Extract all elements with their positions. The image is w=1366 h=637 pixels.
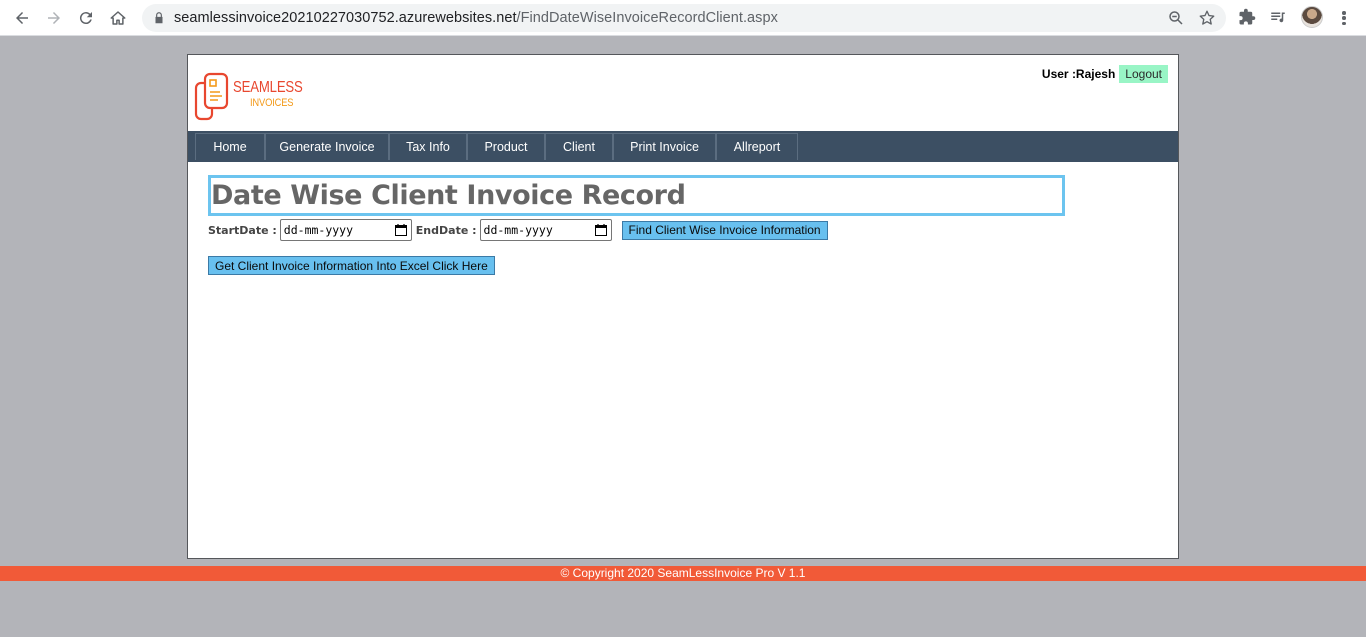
browser-menu-button[interactable] (1337, 8, 1351, 28)
find-invoice-button[interactable]: Find Client Wise Invoice Information (621, 220, 828, 240)
calendar-icon[interactable] (594, 224, 607, 236)
end-date-label: EndDate : (415, 223, 477, 237)
menu-item-print-invoice[interactable]: Print Invoice (613, 133, 716, 160)
main-menu: Home Generate Invoice Tax Info Product C… (188, 131, 1178, 162)
lock-icon (155, 12, 163, 24)
footer-copyright: © Copyright 2020 SeamLessInvoice Pro V 1… (0, 566, 1366, 581)
arrow-left-icon (16, 12, 28, 24)
extensions-icon[interactable] (1238, 8, 1256, 26)
menu-item-allreport[interactable]: Allreport (716, 133, 798, 160)
forward-button[interactable] (42, 6, 66, 30)
back-button[interactable] (10, 6, 34, 30)
calendar-icon[interactable] (394, 224, 407, 236)
url-text: seamlessinvoice20210227030752.azurewebsi… (174, 10, 778, 26)
logo-text: SEAMLESS INVOICES (233, 80, 315, 109)
logout-button[interactable]: Logout (1119, 65, 1168, 83)
menu-item-generate-invoice[interactable]: Generate Invoice (265, 133, 389, 160)
profile-avatar[interactable] (1301, 6, 1323, 28)
menu-item-tax-info[interactable]: Tax Info (389, 133, 467, 160)
media-control-icon[interactable] (1269, 8, 1287, 26)
menu-item-home[interactable]: Home (195, 133, 265, 160)
logo-line-2: INVOICES (250, 96, 294, 109)
home-button[interactable] (106, 6, 130, 30)
user-label: User :Rajesh (1041, 67, 1116, 81)
start-date-label: StartDate : (208, 223, 277, 237)
reload-icon (79, 12, 92, 25)
user-area: User :Rajesh Logout (1042, 65, 1168, 83)
logo-line-1: SEAMLESS (233, 79, 303, 96)
zoom-icon[interactable] (1167, 9, 1185, 27)
date-filter-row: StartDate : dd-mm-yyyy EndDate : dd-mm-y… (208, 219, 828, 241)
menu-item-product[interactable]: Product (467, 133, 545, 160)
browser-toolbar: seamlessinvoice20210227030752.azurewebsi… (0, 0, 1366, 36)
address-bar[interactable]: seamlessinvoice20210227030752.azurewebsi… (142, 4, 1226, 32)
page-container: SEAMLESS INVOICES User :Rajesh Logout Ho… (187, 54, 1179, 559)
start-date-placeholder: dd-mm-yyyy (283, 223, 354, 237)
reload-button[interactable] (74, 6, 98, 30)
page-title-box: Date Wise Client Invoice Record (208, 175, 1065, 216)
home-icon (110, 11, 126, 25)
end-date-placeholder: dd-mm-yyyy (483, 223, 553, 237)
menu-item-client[interactable]: Client (545, 133, 613, 160)
end-date-input[interactable]: dd-mm-yyyy (479, 219, 612, 241)
page-title: Date Wise Client Invoice Record (211, 180, 686, 211)
star-icon[interactable] (1198, 9, 1216, 27)
start-date-input[interactable]: dd-mm-yyyy (279, 219, 412, 241)
arrow-right-icon (48, 12, 60, 24)
export-excel-button[interactable]: Get Client Invoice Information Into Exce… (208, 256, 495, 275)
